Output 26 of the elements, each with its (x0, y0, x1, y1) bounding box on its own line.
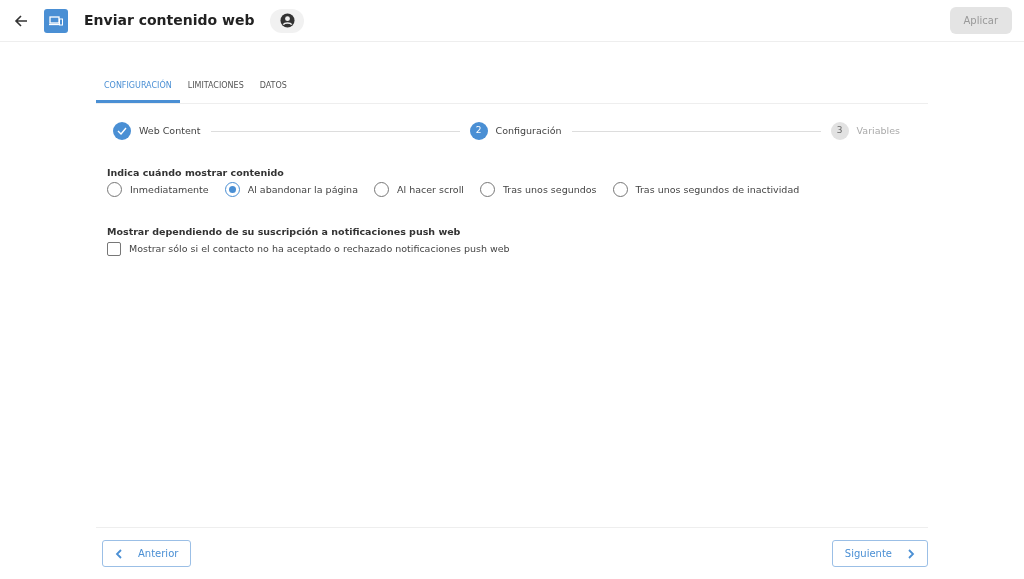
section-label: Indica cuándo mostrar contenido (107, 166, 285, 180)
device-icon (44, 8, 68, 33)
step-label: Configuración (495, 123, 562, 138)
previous-button[interactable]: Anterior (102, 540, 192, 567)
checkbox-label: Mostrar sólo si el contacto no ha aceptado o rechazado notificaciones push web (129, 241, 510, 256)
step-number: 2 (469, 122, 488, 140)
checkbox[interactable] (107, 241, 121, 256)
user-icon (280, 13, 295, 28)
step-number: 3 (830, 122, 849, 140)
section-label: Mostrar dependiendo de su suscripción a notificaciones push web (107, 225, 462, 240)
chevron-right-icon (908, 548, 915, 559)
step-label: Variables (856, 123, 900, 138)
page-title: Enviar contenido web (84, 11, 255, 30)
tab[interactable]: DATOS (251, 72, 295, 103)
radio-label: Al hacer scroll (396, 182, 464, 197)
radio-label: Tras unos segundos (502, 182, 597, 197)
radio-label: Tras unos segundos de inactividad (635, 182, 800, 197)
tab[interactable]: CONFIGURACIÓN (96, 72, 180, 103)
user-button[interactable] (270, 8, 305, 33)
step-label: Web Content (139, 123, 201, 138)
chevron-left-icon (115, 548, 122, 559)
radio-label: Al abandonar la página (247, 182, 358, 197)
tab[interactable]: LIMITACIONES (179, 72, 252, 103)
radio-label: Inmediatamente (130, 182, 209, 197)
next-button[interactable]: Siguiente (831, 540, 928, 567)
back-arrow-icon[interactable] (14, 13, 28, 28)
